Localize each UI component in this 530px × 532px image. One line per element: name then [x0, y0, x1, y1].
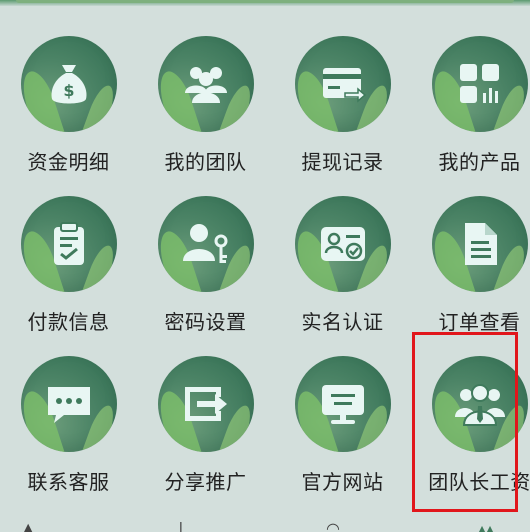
team-icon — [184, 67, 227, 103]
menu-item-icon-circle: $ — [20, 36, 117, 132]
menu-item-label: 付款信息 — [27, 310, 110, 334]
menu-item-icon-circle — [294, 196, 391, 292]
profile-icon[interactable]: ▴▴ — [478, 522, 494, 532]
menu-item-label: 分享推广 — [164, 470, 247, 494]
share-icon — [184, 387, 227, 421]
team-leader-icon — [454, 384, 505, 426]
menu-item-team-leader-salary[interactable]: 团队长工资 — [411, 350, 530, 510]
menu-item-label: 我的团队 — [164, 150, 247, 174]
menu-item-my-team[interactable]: 我的团队 — [137, 30, 274, 190]
menu-item-real-name-verification[interactable]: 实名认证 — [274, 190, 411, 350]
menu-item-withdraw-records[interactable]: 提现记录 — [274, 30, 411, 190]
menu-item-label: 资金明细 — [27, 150, 110, 174]
menu-item-icon-circle — [157, 356, 254, 452]
menu-item-password-settings[interactable]: 密码设置 — [137, 190, 274, 350]
bottom-nav-edge: ▲ │ ◠ ▴▴ — [0, 522, 530, 532]
clipboard-check-icon — [53, 222, 84, 265]
menu-item-share-promote[interactable]: 分享推广 — [137, 350, 274, 510]
menu-item-label: 实名认证 — [301, 310, 384, 334]
menu-item-icon-circle — [431, 196, 528, 292]
menu-item-label: 订单查看 — [438, 310, 521, 334]
top-banner-edge — [0, 0, 530, 6]
svg-text:$: $ — [63, 81, 74, 100]
top-banner-bar — [16, 0, 514, 3]
menu-item-icon-circle — [294, 356, 391, 452]
menu-item-label: 我的产品 — [438, 150, 521, 174]
menu-item-label: 联系客服 — [27, 470, 110, 494]
menu-item-icon-circle — [157, 36, 254, 132]
menu-item-icon-circle — [20, 196, 117, 292]
menu-grid: $ 资金明细 我的团队 提现记录 我的产品 付款信息 密码设置 实名认证 订单查… — [0, 30, 530, 510]
menu-item-icon-circle — [431, 36, 528, 132]
menu-item-icon-circle — [20, 356, 117, 452]
apps-grid-icon — [459, 64, 499, 103]
home-icon[interactable]: ▲ — [22, 522, 34, 532]
menu-item-order-view[interactable]: 订单查看 — [411, 190, 530, 350]
nav-icon[interactable]: │ — [176, 522, 186, 532]
chat-bubble-icon — [47, 387, 90, 423]
menu-item-icon-circle — [157, 196, 254, 292]
id-card-check-icon — [320, 227, 365, 261]
menu-item-fund-details[interactable]: $ 资金明细 — [0, 30, 137, 190]
document-icon — [464, 223, 497, 265]
money-bag-icon: $ — [51, 65, 86, 104]
menu-item-label: 团队长工资 — [428, 470, 530, 494]
menu-item-label: 提现记录 — [301, 150, 384, 174]
menu-item-official-website[interactable]: 官方网站 — [274, 350, 411, 510]
menu-item-icon-circle — [431, 356, 528, 452]
menu-item-payment-info[interactable]: 付款信息 — [0, 190, 137, 350]
nav-icon[interactable]: ◠ — [326, 522, 340, 532]
menu-item-my-products[interactable]: 我的产品 — [411, 30, 530, 190]
menu-item-label: 官方网站 — [301, 470, 384, 494]
menu-item-icon-circle — [294, 36, 391, 132]
menu-item-contact-support[interactable]: 联系客服 — [0, 350, 137, 510]
website-icon — [321, 385, 364, 424]
withdraw-card-icon — [322, 68, 366, 103]
user-key-icon — [182, 224, 227, 263]
menu-item-label: 密码设置 — [164, 310, 247, 334]
